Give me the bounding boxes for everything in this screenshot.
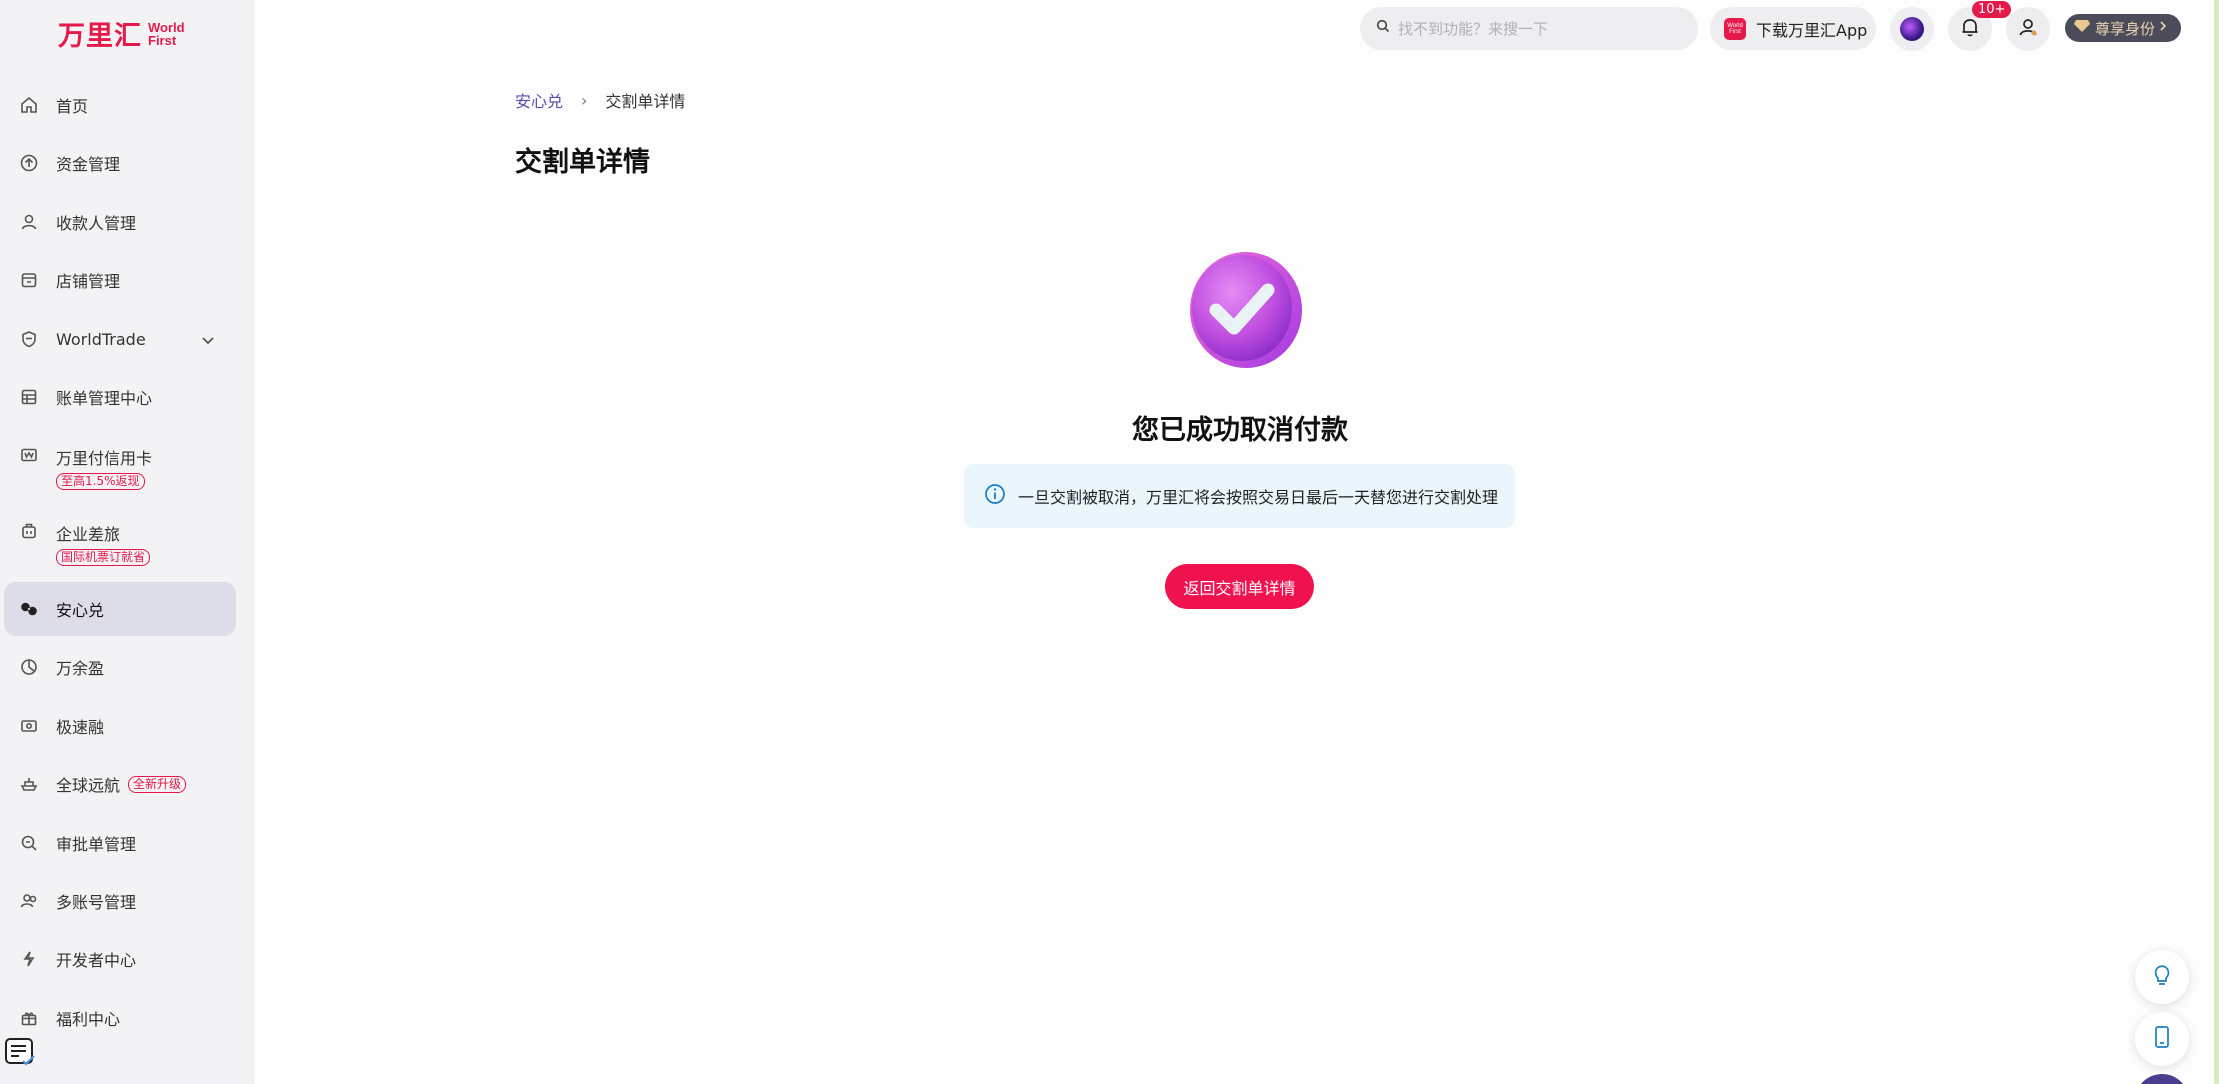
ai-orb-icon xyxy=(1900,17,1924,41)
logo-en-line1: World xyxy=(148,19,185,35)
ai-assistant-button[interactable] xyxy=(1890,7,1934,51)
card-icon xyxy=(18,444,40,466)
sidebar-item-worldtrade[interactable]: WorldTrade xyxy=(4,312,236,366)
sidebar-item-jisurong[interactable]: 极速融 xyxy=(4,699,236,753)
user-icon xyxy=(2017,16,2039,43)
home-icon xyxy=(18,94,40,116)
sidebar-item-billing[interactable]: 账单管理中心 xyxy=(4,370,236,424)
sidebar-item-label: 多账号管理 xyxy=(56,893,137,912)
sidebar-item-label: 全球远航 xyxy=(56,776,121,795)
chart-icon xyxy=(18,656,40,678)
logo[interactable]: 万里汇 World First xyxy=(58,14,185,53)
breadcrumb: 安心兑 › 交割单详情 xyxy=(515,88,685,112)
sidebar-item-label: 万里付信用卡 xyxy=(56,448,153,468)
search-doc-icon xyxy=(18,832,40,854)
search-icon xyxy=(1376,19,1390,38)
sidebar-item-travel[interactable]: 企业差旅 国际机票订就省 xyxy=(4,514,236,572)
info-icon xyxy=(984,483,1006,510)
notice-text: 一旦交割被取消，万里汇将会按照交易日最后一天替您进行交割处理 xyxy=(1018,488,1499,507)
notification-button[interactable]: 10+ xyxy=(1948,1,2012,51)
luggage-icon xyxy=(18,520,40,542)
breadcrumb-current: 交割单详情 xyxy=(605,92,686,111)
sidebar-item-wanyuying[interactable]: 万余盈 xyxy=(4,640,236,694)
sidebar-item-credit-card[interactable]: 万里付信用卡 至高1.5%返现 xyxy=(4,438,236,496)
store-icon xyxy=(18,269,40,291)
search-box[interactable] xyxy=(1360,7,1698,50)
sidebar-item-label: 极速融 xyxy=(56,718,105,737)
sidebar-item-label: 福利中心 xyxy=(56,1010,121,1029)
download-app-button[interactable]: World First 下载万里汇App xyxy=(1710,7,1876,50)
feedback-icon[interactable] xyxy=(4,1036,38,1070)
vip-label: 尊享身份 xyxy=(2095,19,2156,38)
sidebar-item-label: 资金管理 xyxy=(56,155,121,174)
logo-en-line2: First xyxy=(148,32,177,48)
scrollbar-edge xyxy=(2214,0,2219,1084)
return-to-delivery-details-button[interactable]: 返回交割单详情 xyxy=(1165,564,1314,609)
sidebar-item-benefits[interactable]: 福利中心 xyxy=(4,991,236,1045)
sidebar: 万里汇 World First 首页 资金管理 收款人管理 店铺管理 World… xyxy=(0,0,254,1084)
diamond-icon xyxy=(2073,19,2091,38)
info-notice: 一旦交割被取消，万里汇将会按照交易日最后一天替您进行交割处理 xyxy=(964,464,1515,528)
chevron-right-icon xyxy=(2159,19,2167,37)
code-icon xyxy=(18,948,40,970)
sidebar-item-multi-account[interactable]: 多账号管理 xyxy=(4,874,236,928)
download-app-label: 下载万里汇App xyxy=(1756,20,1868,40)
sidebar-item-label: 首页 xyxy=(56,97,89,116)
sidebar-item-funds[interactable]: 资金管理 xyxy=(4,136,236,190)
mobile-button[interactable] xyxy=(2135,1012,2189,1066)
sidebar-item-label: 安心兑 xyxy=(56,601,105,620)
chat-button[interactable] xyxy=(2135,1074,2189,1084)
sidebar-item-label: 审批单管理 xyxy=(56,835,137,854)
exchange-icon xyxy=(18,598,40,620)
ship-icon xyxy=(18,773,40,795)
breadcrumb-parent-link[interactable]: 安心兑 xyxy=(515,88,563,112)
upload-circle-icon xyxy=(18,152,40,174)
chevron-down-icon[interactable] xyxy=(200,332,216,353)
sidebar-item-label: 收款人管理 xyxy=(56,214,137,233)
bell-icon xyxy=(1959,16,1981,43)
logo-text: 万里汇 xyxy=(58,21,142,52)
sidebar-item-label: 店铺管理 xyxy=(56,272,121,291)
sidebar-item-anxindui[interactable]: 安心兑 xyxy=(4,582,236,636)
sidebar-item-label: 开发者中心 xyxy=(56,951,137,970)
app-logo-icon: World First xyxy=(1724,17,1746,40)
search-input[interactable] xyxy=(1398,19,1678,38)
table-icon xyxy=(18,386,40,408)
promo-badge: 国际机票订就省 xyxy=(56,548,151,566)
notification-count-badge: 10+ xyxy=(1972,1,2012,18)
person-icon xyxy=(18,211,40,233)
lightbulb-icon xyxy=(2151,963,2173,992)
sidebar-item-home[interactable]: 首页 xyxy=(4,78,236,132)
money-icon xyxy=(18,715,40,737)
sidebar-item-developer[interactable]: 开发者中心 xyxy=(4,932,236,986)
phone-icon xyxy=(2153,1025,2171,1054)
sidebar-item-payees[interactable]: 收款人管理 xyxy=(4,195,236,249)
users-icon xyxy=(18,890,40,912)
tips-button[interactable] xyxy=(2135,950,2189,1004)
user-profile-button[interactable] xyxy=(2006,7,2050,51)
sidebar-item-label: 账单管理中心 xyxy=(56,389,153,408)
sidebar-item-stores[interactable]: 店铺管理 xyxy=(4,253,236,307)
sidebar-item-label: 万余盈 xyxy=(56,659,105,678)
sidebar-item-label: WorldTrade xyxy=(56,329,146,349)
gift-icon xyxy=(18,1007,40,1029)
sidebar-item-approvals[interactable]: 审批单管理 xyxy=(4,816,236,870)
vip-identity-button[interactable]: 尊享身份 xyxy=(2065,14,2181,42)
shield-icon xyxy=(18,328,40,350)
success-check-icon xyxy=(1184,248,1304,372)
breadcrumb-separator: › xyxy=(581,90,588,110)
promo-badge: 至高1.5%返现 xyxy=(56,472,145,490)
sidebar-item-label: 企业差旅 xyxy=(56,524,121,544)
result-title: 您已成功取消付款 xyxy=(1132,415,1348,446)
promo-badge: 全新升级 xyxy=(128,775,187,793)
sidebar-item-global-voyage[interactable]: 全球远航 全新升级 xyxy=(4,757,236,811)
page-title: 交割单详情 xyxy=(515,147,650,178)
